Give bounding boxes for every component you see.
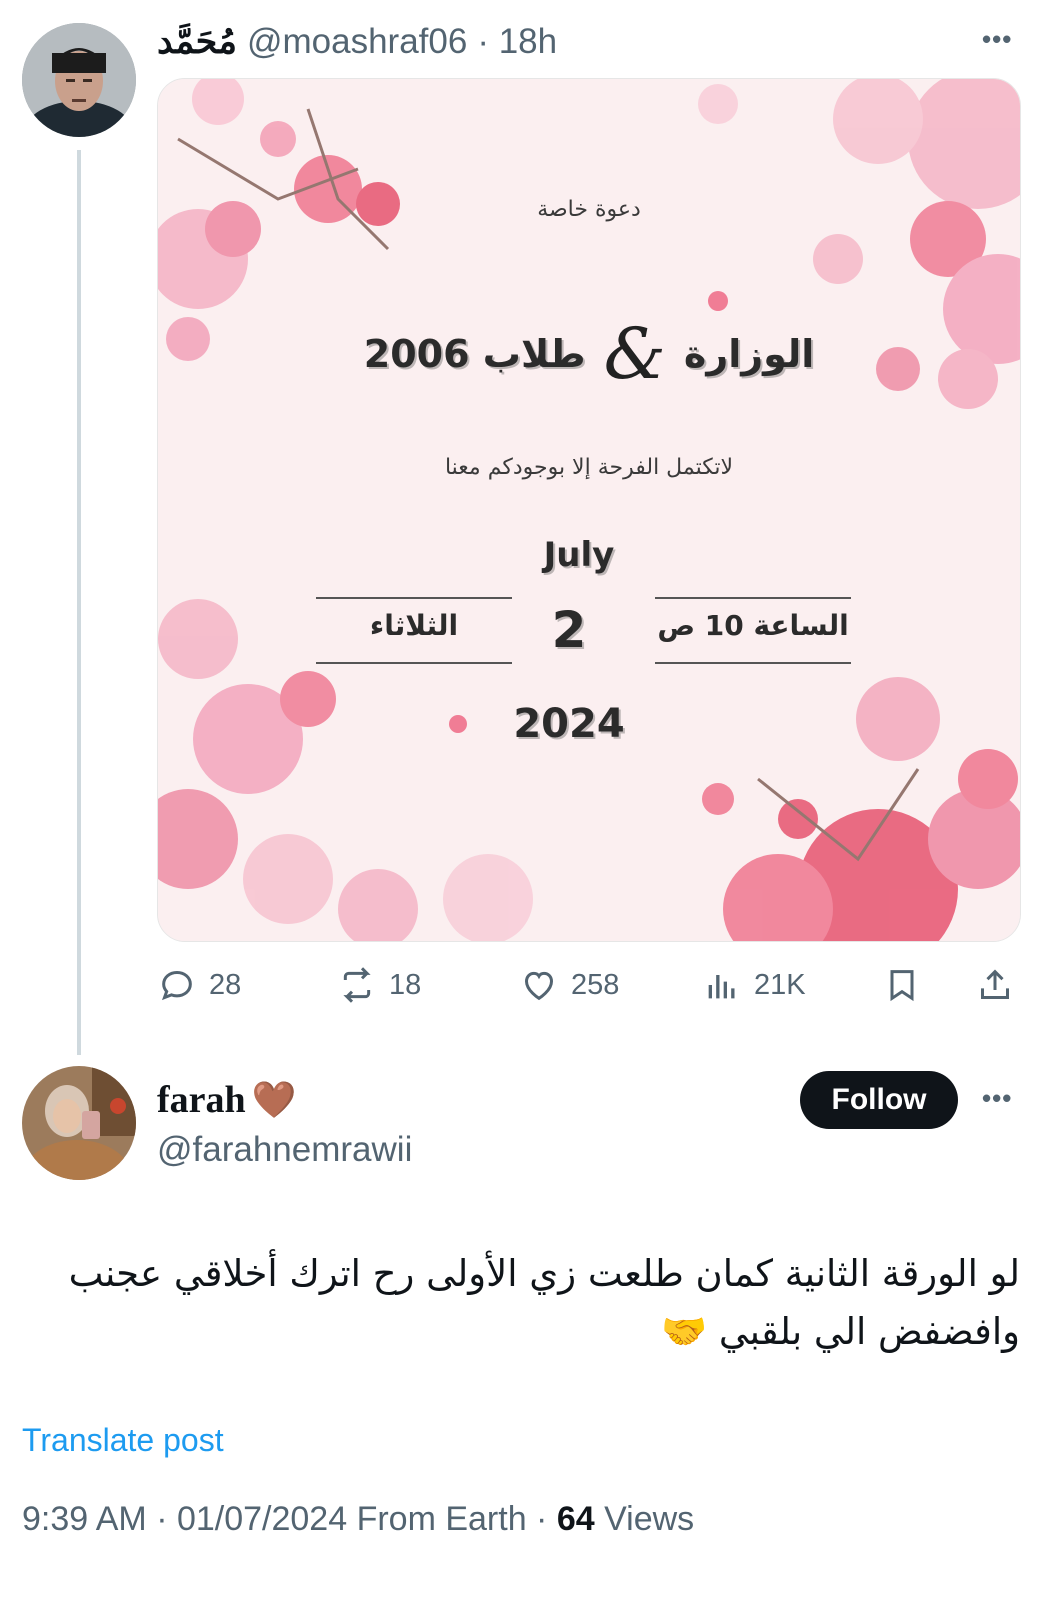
invitation-title-left: الوزارة (683, 332, 815, 376)
share-icon (981, 969, 1009, 999)
invitation-title-right: طلاب 2006 (363, 332, 586, 376)
bookmark-action[interactable] (882, 958, 922, 1012)
invitation-day: 2 (551, 601, 587, 659)
author-avatar[interactable] (22, 23, 136, 137)
invitation-rule-left-bottom (316, 662, 512, 664)
invitation-ampersand: & (603, 313, 666, 395)
reply-timestamp-meta: 9:39 AM · 01/07/2024 From Earth · 64 Vie… (22, 1500, 694, 1539)
reply-count: 28 (209, 968, 242, 1001)
like-count: 258 (571, 968, 620, 1001)
like-action[interactable]: 258 (519, 958, 619, 1012)
invitation-rule-right-bottom (655, 662, 851, 664)
invitation-title: الوزارة & طلاب 2006 (158, 313, 1020, 395)
tweet-time[interactable]: · 18h (477, 22, 557, 62)
invitation-small-title: دعوة خاصة (537, 197, 641, 222)
reply-handle[interactable]: @farahnemrawii (157, 1130, 412, 1170)
tweet-media-invitation[interactable]: دعوة خاصة الوزارة & طلاب 2006 لاتكتمل ال… (157, 78, 1021, 942)
follow-button[interactable]: Follow (800, 1071, 958, 1129)
reply-text-line-2: وافضفض الي بلقبي 🤝 (661, 1310, 1020, 1353)
share-action[interactable] (975, 958, 1015, 1012)
views-icon (708, 975, 735, 999)
reply-icon (161, 970, 192, 1001)
reply-views-label: Views (594, 1500, 695, 1538)
repost-icon (343, 967, 371, 1003)
reply-body-text: لو الورقة الثانية كمان طلعت زي الأولى رح… (20, 1245, 1020, 1361)
invitation-year: 2024 (513, 701, 625, 747)
brown-heart-emoji: 🤎 (251, 1080, 297, 1121)
invitation-month: July (543, 535, 615, 575)
tweet-action-bar: 28 18 258 21K (157, 958, 1027, 1012)
invitation-rule-right-top (655, 597, 851, 599)
like-icon (524, 971, 554, 1001)
tweet-more-button[interactable]: ••• (982, 24, 1012, 55)
bookmark-icon (890, 970, 914, 1002)
reply-display-name: farah (157, 1079, 246, 1121)
invitation-subtitle: لاتكتمل الفرحة إلا بوجودكم معنا (444, 455, 734, 480)
repost-count: 18 (389, 968, 422, 1001)
views-action[interactable]: 21K (702, 958, 806, 1012)
reply-display-name-row[interactable]: farah 🤎 (157, 1078, 412, 1122)
tweet-author-line: مُحَمَّد @moashraf06 · 18h (157, 18, 557, 66)
author-display-name[interactable]: مُحَمَّد (157, 22, 237, 62)
translate-post-link[interactable]: Translate post (22, 1422, 224, 1459)
invitation-rule-left-top (316, 597, 512, 599)
reply-author-block: farah 🤎 @farahnemrawii (157, 1078, 412, 1170)
reply-timestamp[interactable]: 9:39 AM · 01/07/2024 From Earth · (22, 1500, 557, 1538)
reply-more-button[interactable]: ••• (982, 1083, 1012, 1114)
reply-text-line-1: لو الورقة الثانية كمان طلعت زي الأولى رح… (68, 1252, 1020, 1295)
author-handle[interactable]: @moashraf06 (247, 22, 467, 62)
reply-action[interactable]: 28 (157, 958, 241, 1012)
views-count: 21K (754, 968, 806, 1001)
thread-connector-line (77, 150, 81, 1055)
reply-views-count: 64 (556, 1500, 595, 1538)
repost-action[interactable]: 18 (337, 958, 421, 1012)
invitation-time: الساعة 10 ص (657, 609, 849, 642)
reply-author-avatar[interactable] (22, 1066, 136, 1180)
